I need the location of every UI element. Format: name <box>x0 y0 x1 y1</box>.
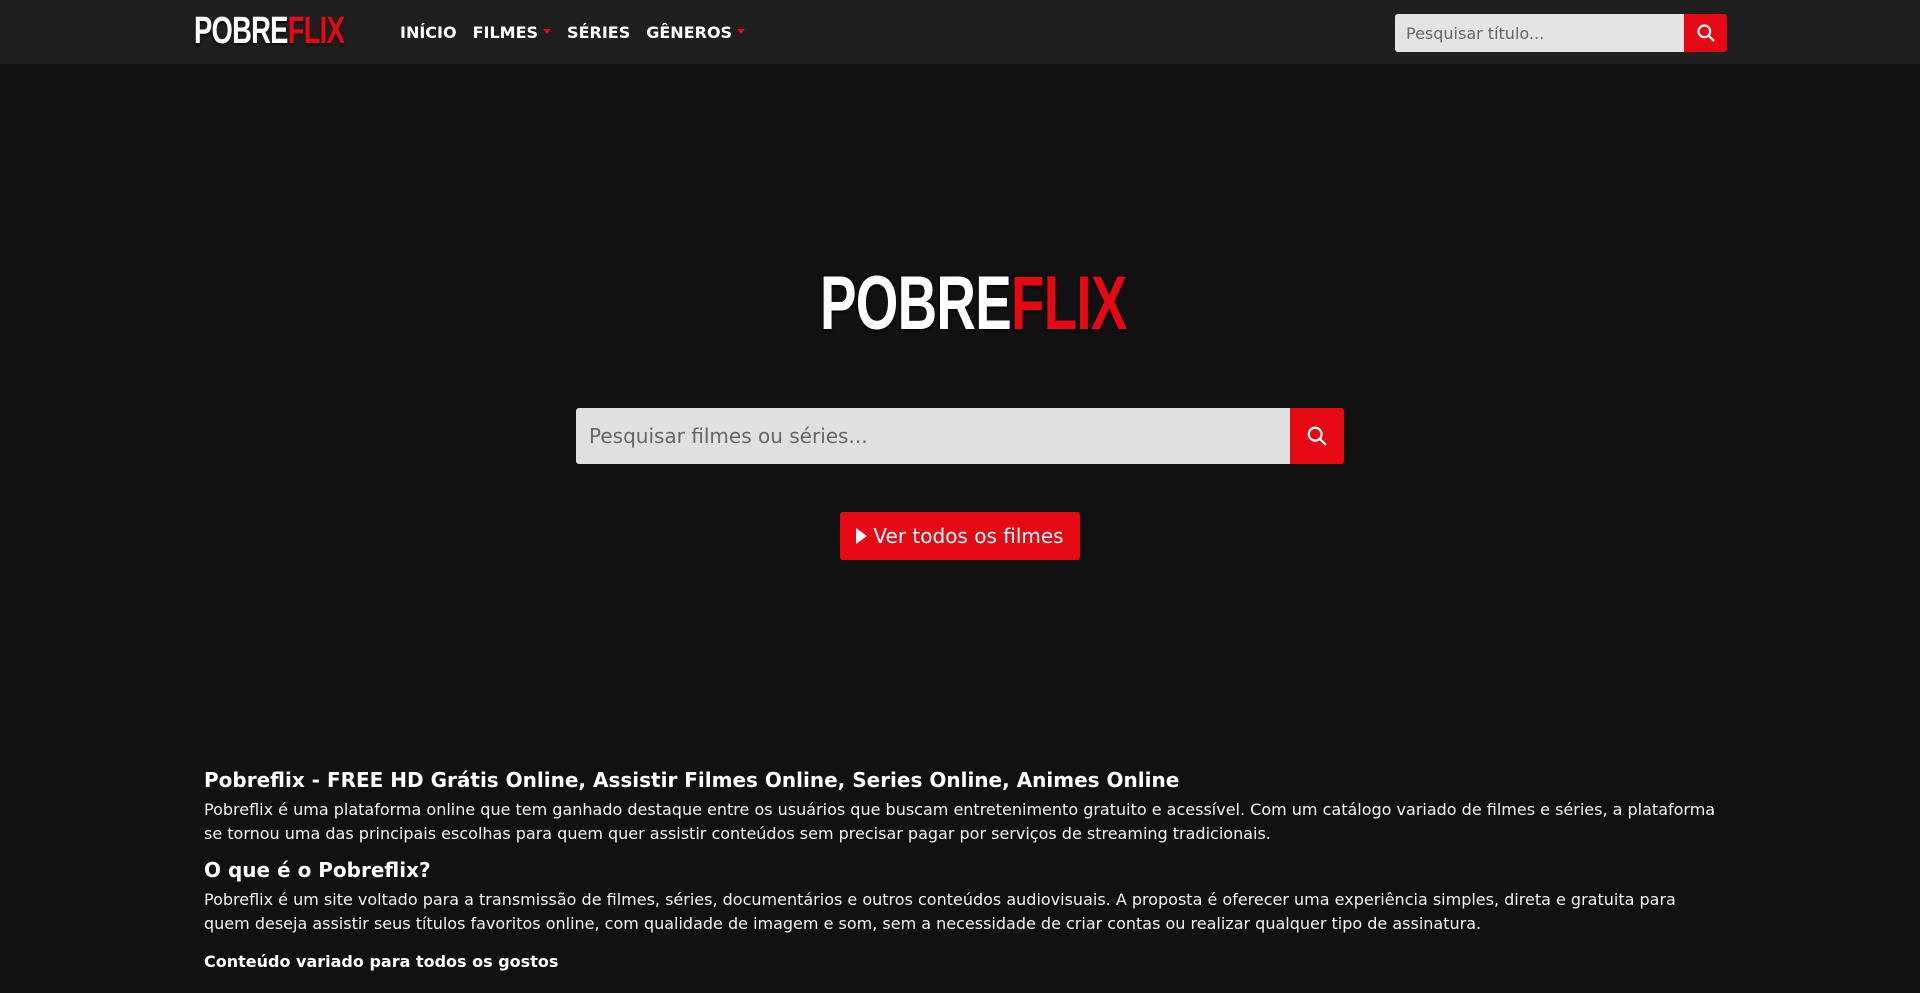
nav-item-generos[interactable]: GÊNEROS <box>646 22 746 42</box>
article-title: Pobreflix - FREE HD Grátis Online, Assis… <box>204 768 1180 792</box>
nav-item-inicio[interactable]: INÍCIO <box>400 23 457 42</box>
caret-down-icon <box>737 28 746 34</box>
view-all-movies-button[interactable]: Ver todos os filmes <box>840 512 1080 560</box>
hero-search-button[interactable] <box>1290 408 1344 464</box>
nav-item-label: GÊNEROS <box>646 22 733 42</box>
article-intro: Pobreflix é uma plataforma online que te… <box>204 800 1716 843</box>
header-search-form <box>1395 14 1727 52</box>
nav-item-filmes[interactable]: FILMES <box>472 22 552 42</box>
pobreflix-logo: POBREFLIX <box>820 260 1127 346</box>
seo-article: Pobreflix - FREE HD Grátis Online, Assis… <box>204 766 1716 974</box>
search-icon <box>1696 24 1715 42</box>
nav-item-label: FILMES <box>472 22 539 42</box>
search-icon <box>1307 426 1327 446</box>
cta-label: Ver todos os filmes <box>873 524 1064 548</box>
play-icon <box>856 528 868 544</box>
header-search-input[interactable] <box>1395 14 1684 52</box>
pobreflix-logo: POBREFLIX <box>194 9 345 52</box>
nav-item-label: SÉRIES <box>567 22 631 42</box>
section-text-what-is: Pobreflix é um site voltado para a trans… <box>204 890 1676 933</box>
top-navbar: POBREFLIX INÍCIO FILMES SÉRIES GÊNEROS <box>0 0 1920 64</box>
header-search-button[interactable] <box>1684 14 1727 52</box>
hero-search-form <box>576 408 1344 464</box>
nav-item-series[interactable]: SÉRIES <box>567 23 630 42</box>
hero-search-input[interactable] <box>576 408 1290 464</box>
header-logo[interactable]: POBREFLIX <box>194 10 402 52</box>
hero-logo: POBREFLIX <box>820 261 1246 346</box>
main-nav: INÍCIO FILMES SÉRIES GÊNEROS <box>400 0 746 64</box>
nav-item-label: INÍCIO <box>400 22 457 42</box>
caret-down-icon <box>543 28 552 34</box>
section-title-content: Conteúdo variado para todos os gostos <box>204 952 559 971</box>
section-title-what-is: O que é o Pobreflix? <box>204 858 431 882</box>
